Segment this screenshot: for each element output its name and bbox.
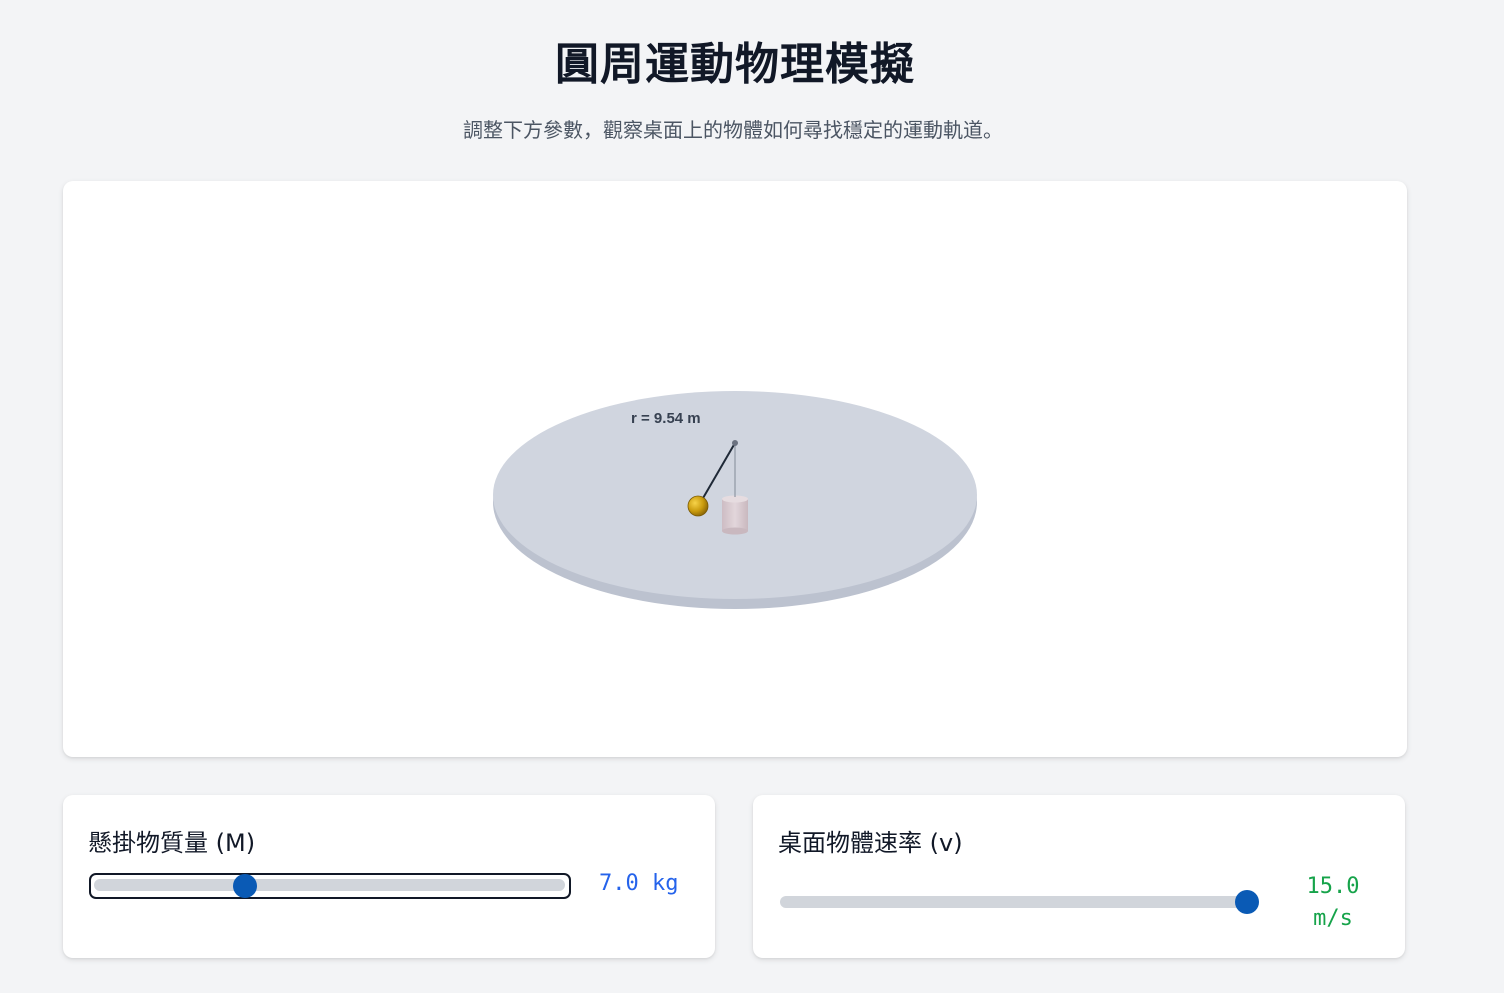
mass-control-card: 懸掛物質量 (M) 7.0 kg [63,795,715,958]
simulation-canvas[interactable]: r = 9.54 m [63,181,1407,757]
speed-value-number: 15.0 [1306,874,1360,899]
page-subtitle: 調整下方參數，觀察桌面上的物體如何尋找穩定的運動軌道。 [463,118,1003,142]
hanging-mass [722,495,748,535]
speed-label: 桌面物體速率 (v) [778,829,963,857]
mass-label: 懸掛物質量 (M) [88,829,256,857]
mass-value: 7.0 kg [599,871,679,896]
mass-slider[interactable] [89,873,571,899]
simulation-scene: r = 9.54 m [493,391,977,609]
speed-value: 15.0 m/s [1293,871,1373,935]
speed-slider-thumb[interactable] [1235,890,1259,914]
speed-value-unit: m/s [1313,906,1353,931]
speed-slider-track[interactable] [780,896,1247,908]
mass-slider-thumb[interactable] [232,874,257,898]
radius-label: r = 9.54 m [631,410,701,427]
mass-slider-track[interactable] [94,879,565,891]
pivot-point [732,440,738,446]
page-title: 圓周運動物理模擬 [555,39,915,90]
speed-control-card: 桌面物體速率 (v) 15.0 m/s [753,795,1405,958]
orbiting-ball [687,495,709,517]
